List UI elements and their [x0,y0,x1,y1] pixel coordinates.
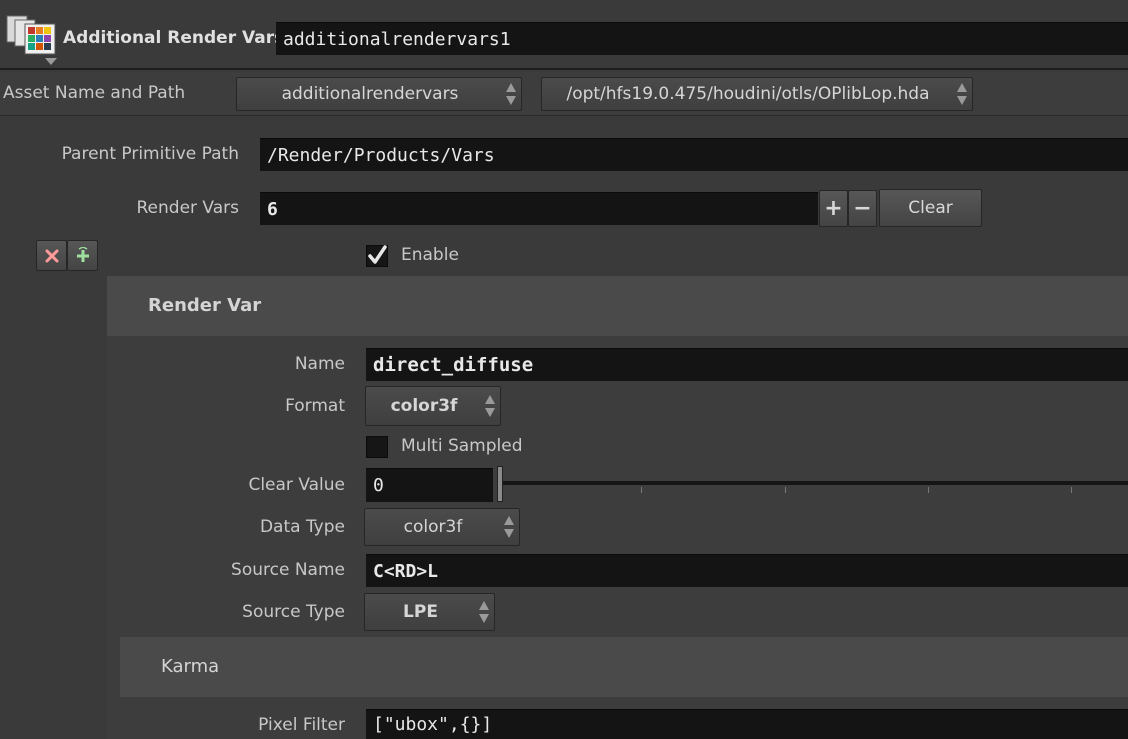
name-field[interactable]: direct_diffuse [366,348,1128,381]
karma-title: Karma [161,656,220,677]
asset-label: Asset Name and Path [3,83,186,103]
render-vars-label: Render Vars [136,198,240,218]
insert-instance-icon-button[interactable] [67,240,98,271]
updown-arrow-icon [505,81,517,107]
updown-arrow-icon [484,393,496,419]
close-icon [45,249,58,262]
clear-value-slider[interactable] [497,466,1128,502]
pixel-filter-field[interactable]: ["ubox",{}] [366,709,1128,739]
remove-instance-icon-button[interactable] [36,240,67,271]
parent-path-label: Parent Primitive Path [61,144,239,164]
source-name-field[interactable]: C<RD>L [366,554,1128,587]
enable-checkbox[interactable] [366,245,388,267]
checkmark-icon [368,245,387,264]
minus-icon: − [853,196,872,221]
slider-tick [785,487,786,493]
data-type-value: color3f [403,517,463,537]
parent-path-field[interactable]: /Render/Products/Vars [260,138,1128,171]
render-vars-count-field[interactable]: 6 [260,192,818,225]
source-type-label: Source Type [242,602,345,622]
asset-name-value: additionalrendervars [281,84,459,104]
karma-header[interactable]: Karma [120,637,1128,697]
insert-icon [76,246,89,262]
node-type-icon[interactable] [5,12,59,66]
asset-name-menu[interactable]: additionalrendervars [236,77,522,111]
source-type-menu[interactable]: LPE [364,593,495,631]
add-instance-button[interactable]: + [819,190,848,227]
source-type-value: LPE [403,602,438,622]
asset-path-menu[interactable]: /opt/hfs19.0.475/houdini/otls/OPlibLop.h… [541,77,973,111]
data-type-menu[interactable]: color3f [364,508,520,546]
updown-arrow-icon [956,81,968,107]
slider-track [497,481,1128,485]
clear-button[interactable]: Clear [879,189,982,227]
remove-instance-button[interactable]: − [848,190,877,227]
asset-row: Asset Name and Path additionalrendervars… [0,72,1128,116]
format-value: color3f [390,396,458,416]
updown-arrow-icon [478,599,490,625]
format-label: Format [285,396,345,416]
format-menu[interactable]: color3f [365,386,501,426]
asset-path-value: /opt/hfs19.0.475/houdini/otls/OPlibLop.h… [566,84,930,104]
name-label: Name [294,354,345,374]
enable-label: Enable [401,245,459,265]
multi-sampled-checkbox[interactable] [366,436,388,458]
data-type-label: Data Type [259,517,345,537]
updown-arrow-icon [503,514,515,540]
source-name-label: Source Name [231,560,345,580]
node-name-field[interactable]: additionalrendervars1 [276,22,1128,55]
node-type-label: Additional Render Vars [63,28,285,48]
clear-value-label: Clear Value [248,475,345,495]
multi-sampled-label: Multi Sampled [401,436,523,456]
plus-icon: + [824,196,843,221]
render-var-title: Render Var [148,295,262,316]
header-bar: Additional Render Vars additionalrenderv… [0,0,1128,70]
slider-tick [928,487,929,493]
pixel-filter-label: Pixel Filter [258,715,345,735]
clear-value-field[interactable]: 0 [366,468,493,502]
slider-tick [1071,487,1072,493]
slider-handle[interactable] [497,466,503,502]
slider-tick [641,487,642,493]
render-var-header[interactable]: Render Var [107,276,1128,336]
